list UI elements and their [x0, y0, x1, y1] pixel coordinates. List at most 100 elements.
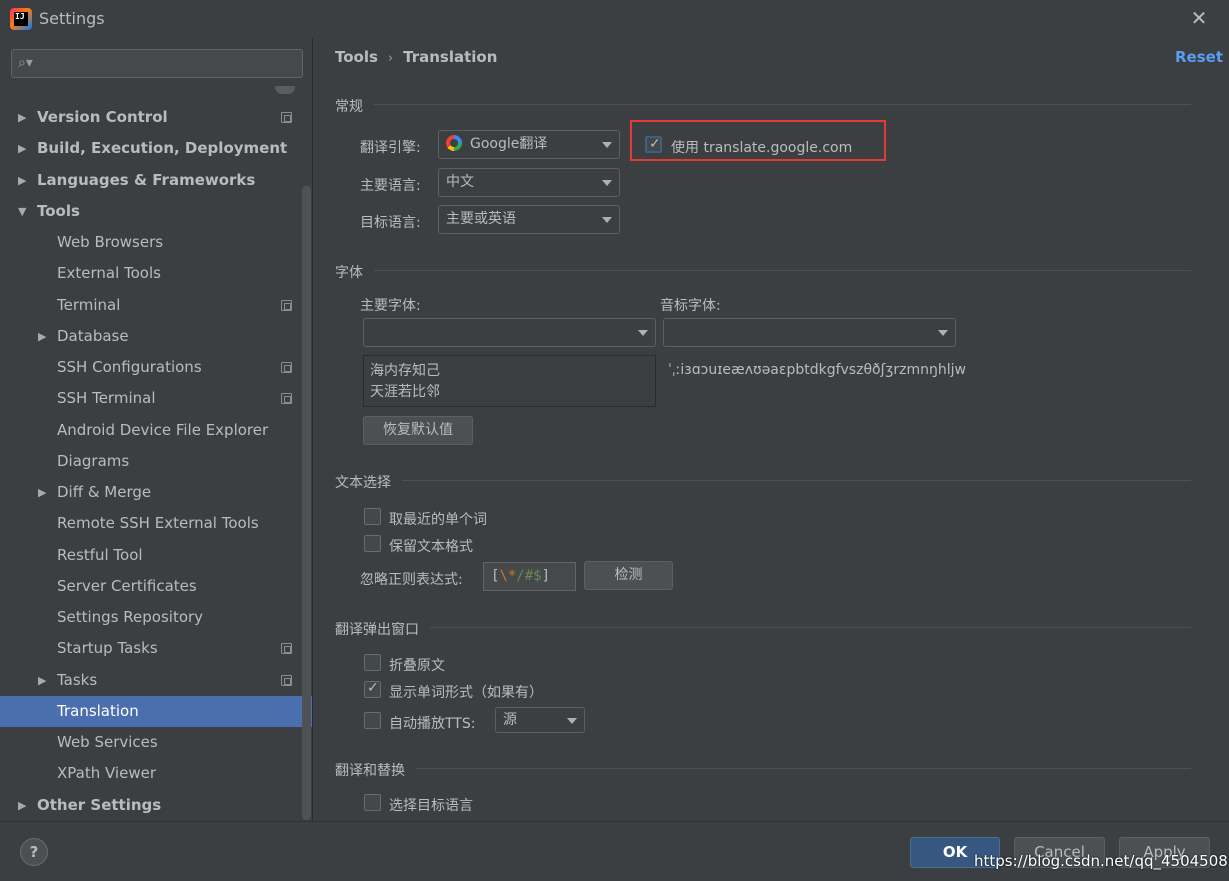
select-target-language-label[interactable]: 选择目标语言	[389, 795, 473, 815]
target-language-select[interactable]: 主要或英语	[438, 205, 620, 234]
chevron-down-icon	[567, 718, 577, 724]
keep-format-checkbox[interactable]	[364, 535, 381, 552]
auto-tts-checkbox[interactable]	[364, 712, 381, 729]
intellij-logo-icon: IJ	[10, 8, 32, 30]
project-level-icon	[281, 643, 292, 654]
engine-value: Google翻译	[470, 136, 548, 152]
watermark: https://blog.csdn.net/qq_45045083	[974, 852, 1229, 870]
engine-label: 翻译引擎:	[360, 140, 421, 156]
word-forms-label[interactable]: 显示单词形式（如果有）	[389, 682, 543, 702]
engine-select[interactable]: Google翻译	[438, 130, 620, 159]
sidebar-item-version-control[interactable]: ▶ Version Control	[0, 102, 312, 133]
sidebar-item-tools[interactable]: ▼ Tools	[0, 196, 312, 227]
settings-sidebar: ⌕▾ · ▶ Version Control ▶ Build, Execution, …	[0, 38, 313, 821]
sidebar-item-ssh-configurations[interactable]: SSH Configurations	[0, 352, 312, 383]
primary-language-value: 中文	[446, 174, 474, 190]
chevron-right-icon[interactable]: ▶	[38, 665, 46, 696]
sidebar-item-diagrams[interactable]: Diagrams	[0, 446, 312, 477]
primary-language-label: 主要语言:	[360, 178, 421, 194]
chevron-right-icon[interactable]: ▶	[38, 477, 46, 508]
sidebar-item-other-settings[interactable]: ▶ Other Settings	[0, 790, 312, 821]
nearest-word-checkbox[interactable]	[364, 508, 381, 525]
sidebar-item-languages-frameworks[interactable]: ▶ Languages & Frameworks	[0, 165, 312, 196]
phonetic-preview: ˈˌːiɜɑɔuɪeæʌʊəaɛpbtdkgfvszθðʃʒrzmnŋhljw	[668, 362, 966, 378]
chevron-right-icon[interactable]: ▶	[18, 790, 26, 821]
sidebar-item-remote-ssh-external-tools[interactable]: Remote SSH External Tools	[0, 508, 312, 539]
sidebar-item-label: Remote SSH External Tools	[57, 514, 259, 532]
sidebar-item-label: Restful Tool	[57, 546, 143, 564]
primary-language-select[interactable]: 中文	[438, 168, 620, 197]
project-level-icon	[281, 393, 292, 404]
sidebar-item-settings-repository[interactable]: Settings Repository	[0, 602, 312, 633]
breadcrumb-parent[interactable]: Tools	[335, 48, 378, 66]
search-input[interactable]: ⌕▾	[11, 49, 303, 78]
sidebar-item-label: Other Settings	[37, 796, 162, 814]
select-target-language-checkbox[interactable]	[364, 794, 381, 811]
sidebar-item-tasks[interactable]: ▶ Tasks	[0, 665, 312, 696]
chevron-right-icon[interactable]: ▶	[18, 133, 26, 164]
tts-source-select[interactable]: 源	[495, 707, 585, 733]
breadcrumb: Tools › Translation	[335, 48, 497, 66]
keep-format-label[interactable]: 保留文本格式	[389, 536, 473, 556]
sidebar-item-restful-tool[interactable]: Restful Tool	[0, 540, 312, 571]
use-google-com-label[interactable]: 使用 translate.google.com	[671, 137, 852, 157]
chevron-right-icon[interactable]: ▶	[38, 321, 46, 352]
auto-tts-label[interactable]: 自动播放TTS:	[389, 713, 475, 733]
sidebar-item-android-device-file-explorer[interactable]: Android Device File Explorer	[0, 415, 312, 446]
primary-font-label: 主要字体:	[360, 298, 421, 314]
restore-defaults-button[interactable]: 恢复默认值	[363, 416, 473, 445]
sidebar-item-label: Web Browsers	[57, 233, 164, 251]
sidebar-item-label: Android Device File Explorer	[57, 421, 269, 439]
regex-escape: \*	[499, 568, 517, 584]
help-button[interactable]: ?	[20, 838, 48, 866]
chevron-down-icon	[602, 142, 612, 148]
close-icon[interactable]: ✕	[1188, 7, 1210, 29]
word-forms-checkbox[interactable]	[364, 680, 381, 698]
sidebar-scrollbar[interactable]	[302, 186, 311, 820]
sidebar-item-label: Settings Repository	[57, 608, 204, 626]
nearest-word-label[interactable]: 取最近的单个词	[389, 509, 487, 529]
section-font-title: 字体	[335, 265, 363, 281]
sidebar-item-terminal[interactable]: Terminal	[0, 290, 312, 321]
sidebar-item-label: Tasks	[57, 671, 98, 689]
chevron-down-icon	[602, 217, 612, 223]
sidebar-item-label: Terminal	[57, 296, 121, 314]
primary-font-select[interactable]	[363, 318, 656, 347]
section-general-title: 常规	[335, 99, 363, 115]
chevron-down-icon[interactable]: ▼	[18, 196, 26, 227]
sidebar-item-label: Diagrams	[57, 452, 130, 470]
sidebar-item-label: XPath Viewer	[57, 764, 156, 782]
sidebar-item-web-services[interactable]: Web Services	[0, 727, 312, 758]
sidebar-item-external-tools[interactable]: External Tools	[0, 258, 312, 289]
sidebar-item-xpath-viewer[interactable]: XPath Viewer	[0, 758, 312, 789]
fold-original-label[interactable]: 折叠原文	[389, 655, 445, 675]
sidebar-item-ssh-terminal[interactable]: SSH Terminal	[0, 383, 312, 414]
use-google-com-checkbox[interactable]	[645, 136, 662, 153]
chevron-right-icon[interactable]: ▶	[18, 102, 26, 133]
target-language-label: 目标语言:	[360, 215, 421, 231]
fold-original-checkbox[interactable]	[364, 654, 381, 671]
sidebar-item-startup-tasks[interactable]: Startup Tasks	[0, 633, 312, 664]
sidebar-item-database[interactable]: ▶ Database	[0, 321, 312, 352]
sidebar-item-build-execution-deployment[interactable]: ▶ Build, Execution, Deployment	[0, 133, 312, 164]
sidebar-item-web-browsers[interactable]: Web Browsers	[0, 227, 312, 258]
ignore-regex-input[interactable]: [\*/#$]	[483, 562, 576, 591]
section-divider	[374, 270, 1191, 271]
sidebar-item-label: Translation	[57, 702, 139, 720]
sidebar-item-label: Version Control	[37, 108, 168, 126]
regex-bracket: ]	[541, 568, 551, 584]
check-regex-button[interactable]: 检测	[584, 561, 673, 590]
sidebar-item-server-certificates[interactable]: Server Certificates	[0, 571, 312, 602]
sidebar-item-label: Web Services	[57, 733, 158, 751]
section-popup-title: 翻译弹出窗口	[335, 622, 419, 638]
chevron-right-icon[interactable]: ▶	[18, 165, 26, 196]
phonetic-font-select[interactable]	[663, 318, 956, 347]
google-icon	[446, 135, 462, 151]
sidebar-item-translation[interactable]: Translation	[0, 696, 312, 727]
sidebar-item-label: External Tools	[57, 264, 161, 282]
project-level-icon	[281, 300, 292, 311]
reset-link[interactable]: Reset	[1175, 48, 1223, 66]
sidebar-item-label: Diff & Merge	[57, 483, 152, 501]
sidebar-item-diff-merge[interactable]: ▶ Diff & Merge	[0, 477, 312, 508]
phonetic-font-label: 音标字体:	[660, 298, 721, 314]
